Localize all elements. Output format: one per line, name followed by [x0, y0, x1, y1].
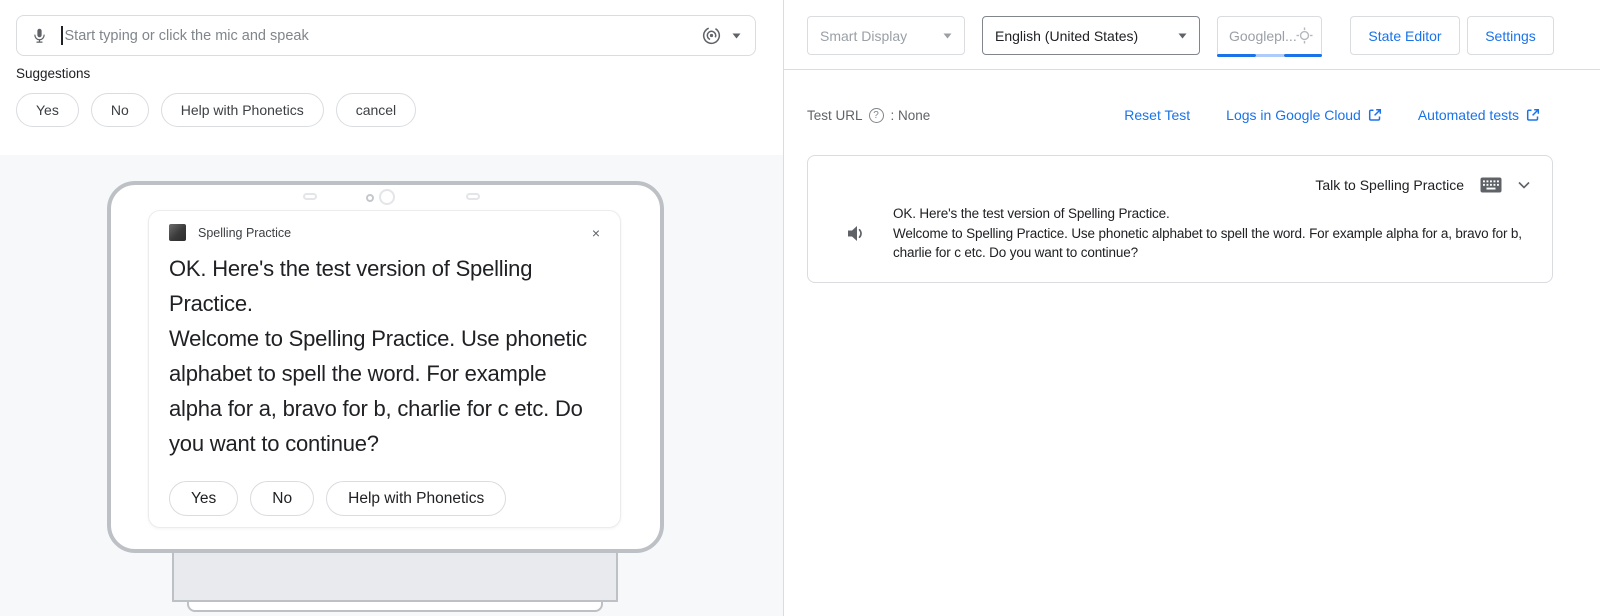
- surface-select-value: Smart Display: [820, 28, 907, 44]
- simulator-toolbar: Smart Display English (United States) Go…: [784, 0, 1600, 70]
- chevron-down-icon: [943, 33, 952, 39]
- text-cursor: [61, 26, 63, 45]
- suggestion-chip-yes[interactable]: Yes: [16, 93, 79, 127]
- location-input[interactable]: Googlepl...: [1217, 16, 1322, 55]
- external-link-icon: [1526, 108, 1540, 122]
- query-bar[interactable]: [16, 15, 756, 56]
- device-chips: Yes No Help with Phonetics: [169, 481, 506, 516]
- logs-google-cloud-label: Logs in Google Cloud: [1226, 107, 1361, 123]
- suggestion-chips: Yes No Help with Phonetics cancel: [16, 93, 416, 127]
- query-input[interactable]: [65, 28, 694, 44]
- language-select-value: English (United States): [995, 28, 1138, 44]
- device-chip-no[interactable]: No: [250, 481, 314, 516]
- chevron-down-icon[interactable]: [732, 33, 741, 39]
- device-base-speaker: [172, 551, 618, 602]
- reset-test-label: Reset Test: [1124, 107, 1190, 123]
- input-and-device-panel: Suggestions Yes No Help with Phonetics c…: [0, 0, 783, 616]
- device-app-name: Spelling Practice: [198, 226, 291, 240]
- talk-to-prompt: Talk to Spelling Practice: [1315, 177, 1464, 193]
- suggestions-label: Suggestions: [16, 66, 90, 81]
- settings-button[interactable]: Settings: [1467, 16, 1554, 55]
- assistant-message-line: OK. Here's the test version of Spelling …: [893, 204, 1528, 224]
- device-card-header: Spelling Practice ×: [149, 211, 620, 245]
- assistant-message-text: OK. Here's the test version of Spelling …: [893, 204, 1528, 263]
- test-url-value: : None: [891, 108, 931, 123]
- suggestion-chip-help-with-phonetics[interactable]: Help with Phonetics: [161, 93, 324, 127]
- device-chip-help-with-phonetics[interactable]: Help with Phonetics: [326, 481, 506, 516]
- conversation-header: Talk to Spelling Practice: [1315, 177, 1530, 193]
- location-target-icon[interactable]: [1296, 27, 1313, 44]
- device-sensor-pill: [466, 193, 480, 200]
- close-icon[interactable]: ×: [592, 226, 600, 240]
- logs-google-cloud-link[interactable]: Logs in Google Cloud: [1226, 107, 1382, 123]
- conversation-card: Talk to Spelling Practice: [807, 155, 1553, 283]
- speaker-icon[interactable]: [847, 225, 866, 242]
- suggestion-chip-cancel[interactable]: cancel: [336, 93, 416, 127]
- location-placeholder: Googlepl...: [1229, 28, 1296, 44]
- language-select[interactable]: English (United States): [982, 16, 1200, 55]
- device-camera-circle: [379, 189, 395, 205]
- test-url-bar: Test URL ? : None Reset Test Logs in Goo…: [807, 102, 1540, 128]
- reset-test-link[interactable]: Reset Test: [1124, 107, 1190, 123]
- spelling-practice-app-icon: [169, 224, 186, 241]
- external-link-icon: [1368, 108, 1382, 122]
- test-url-label: Test URL: [807, 108, 863, 123]
- automated-tests-link[interactable]: Automated tests: [1418, 107, 1540, 123]
- test-links: Reset Test Logs in Google Cloud Automate…: [1124, 107, 1540, 123]
- audio-output-dropdown[interactable]: [701, 25, 741, 46]
- suggestion-chip-no[interactable]: No: [91, 93, 149, 127]
- assistant-message: OK. Here's the test version of Spelling …: [847, 204, 1528, 263]
- device-response-card: Spelling Practice × OK. Here's the test …: [148, 210, 621, 528]
- keyboard-icon[interactable]: [1480, 177, 1502, 193]
- automated-tests-label: Automated tests: [1418, 107, 1519, 123]
- chevron-down-icon[interactable]: [1518, 181, 1530, 189]
- device-sensor-dot: [366, 194, 374, 202]
- help-icon[interactable]: ?: [869, 108, 884, 123]
- device-chip-yes[interactable]: Yes: [169, 481, 238, 516]
- device-screen-paragraph: Welcome to Spelling Practice. Use phonet…: [169, 321, 600, 457]
- simulator-page: Suggestions Yes No Help with Phonetics c…: [0, 0, 1600, 616]
- chevron-down-icon: [1178, 33, 1187, 39]
- audio-output-icon[interactable]: [701, 25, 722, 46]
- device-screen-text: OK. Here's the test version of Spelling …: [149, 245, 620, 457]
- device-screen-paragraph: OK. Here's the test version of Spelling …: [169, 251, 600, 321]
- microphone-icon[interactable]: [31, 24, 48, 47]
- assistant-message-line: Welcome to Spelling Practice. Use phonet…: [893, 224, 1528, 263]
- location-loading-underline: [1217, 54, 1322, 57]
- surface-select[interactable]: Smart Display: [807, 16, 965, 55]
- device-sensor-pill: [303, 193, 317, 200]
- smart-display-mockup: Spelling Practice × OK. Here's the test …: [107, 181, 664, 553]
- state-editor-button[interactable]: State Editor: [1350, 16, 1460, 55]
- test-settings-panel: Smart Display English (United States) Go…: [784, 0, 1600, 616]
